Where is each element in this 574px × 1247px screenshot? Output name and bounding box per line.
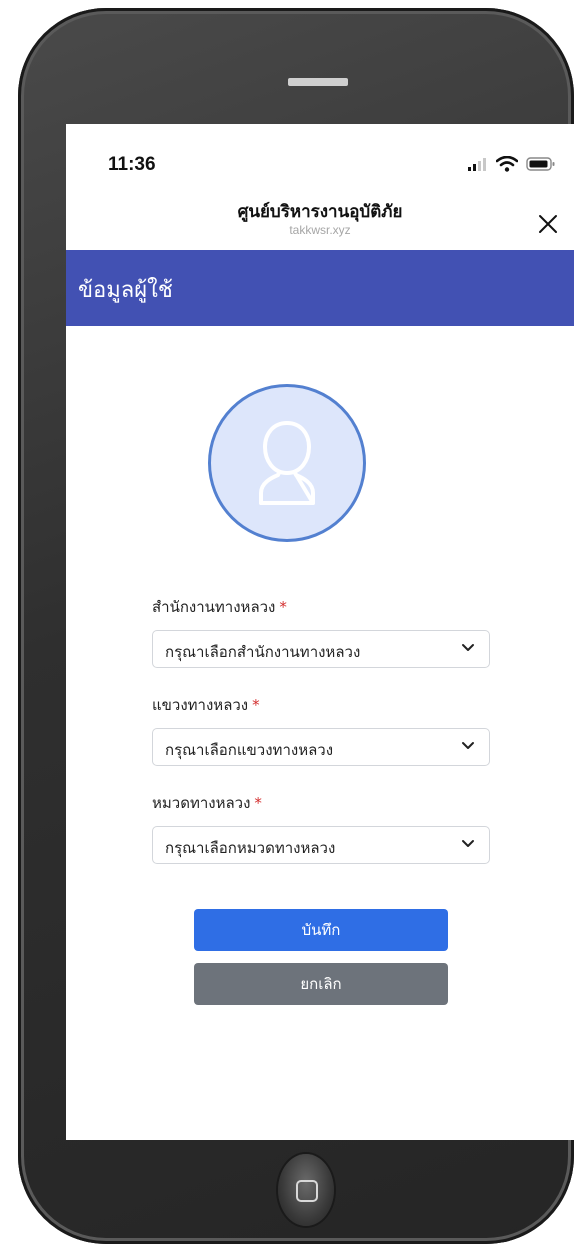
chevron-down-icon xyxy=(462,644,474,651)
close-icon xyxy=(539,215,557,233)
required-marker: * xyxy=(254,794,262,812)
wifi-icon xyxy=(496,156,518,172)
user-form: สำนักงานทางหลวง * กรุณาเลือกสำนักงานทางหล… xyxy=(152,596,490,864)
field-label-office: สำนักงานทางหลวง * xyxy=(152,598,287,616)
status-icons xyxy=(468,154,556,174)
close-button[interactable] xyxy=(536,212,560,236)
cancel-button[interactable]: ยกเลิก xyxy=(194,963,448,1005)
cellular-signal-icon xyxy=(468,158,486,171)
page-title: ข้อมูลผู้ใช้ xyxy=(78,278,173,303)
district-select-value: กรุณาเลือกแขวงทางหลวง xyxy=(165,741,334,759)
required-marker: * xyxy=(279,598,287,616)
status-time: 11:36 xyxy=(108,154,156,175)
home-button[interactable] xyxy=(278,1154,334,1226)
home-square-icon xyxy=(296,1180,318,1202)
app-header: ข้อมูลผู้ใช้ xyxy=(66,250,574,326)
field-label-district: แขวงทางหลวง * xyxy=(152,696,260,714)
section-select[interactable]: กรุณาเลือกหมวดทางหลวง xyxy=(152,826,490,864)
save-button[interactable]: บันทึก xyxy=(194,909,448,951)
screen: 11:36 ศูนย์บริหารงานอุบัติภัย takkwsr.xy… xyxy=(66,124,574,1140)
site-title: ศูนย์บริหารงานอุบัติภัย xyxy=(237,202,403,221)
chevron-down-icon xyxy=(462,742,474,749)
phone-frame: 11:36 ศูนย์บริหารงานอุบัติภัย takkwsr.xy… xyxy=(18,8,574,1244)
user-icon xyxy=(259,421,315,505)
battery-icon xyxy=(526,157,555,171)
district-select[interactable]: กรุณาเลือกแขวงทางหลวง xyxy=(152,728,490,766)
office-select-value: กรุณาเลือกสำนักงานทางหลวง xyxy=(165,643,361,661)
section-select-value: กรุณาเลือกหมวดทางหลวง xyxy=(165,839,336,857)
chevron-down-icon xyxy=(462,840,474,847)
avatar xyxy=(208,384,366,542)
required-marker: * xyxy=(252,696,260,714)
office-select[interactable]: กรุณาเลือกสำนักงานทางหลวง xyxy=(152,630,490,668)
speaker-grille xyxy=(288,78,348,86)
site-url: takkwsr.xyz xyxy=(289,223,351,237)
field-label-section: หมวดทางหลวง * xyxy=(152,794,262,812)
